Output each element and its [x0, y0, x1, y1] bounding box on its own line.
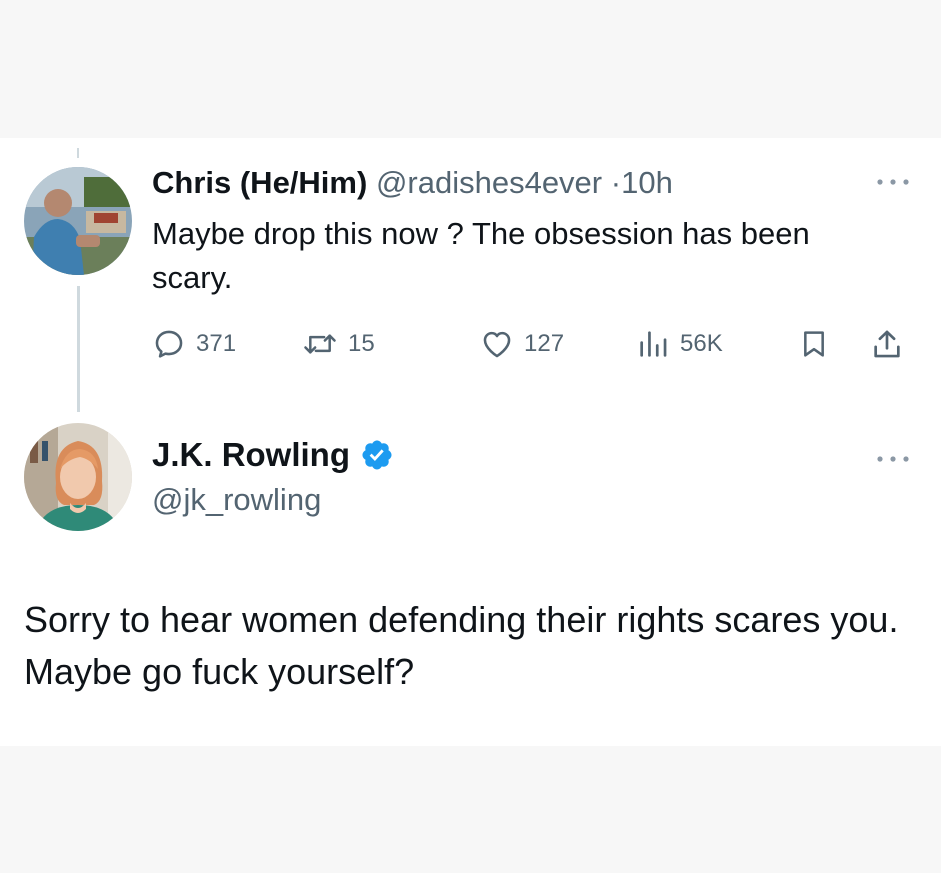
- reply-count: 371: [196, 330, 237, 357]
- verified-badge-icon[interactable]: [360, 438, 394, 472]
- reply-header: Chris (He/Him) @radishes4ever ·10h: [152, 164, 673, 202]
- main-display-name[interactable]: J.K. Rowling: [152, 434, 350, 476]
- retweet-button[interactable]: 15: [302, 324, 375, 364]
- heart-icon: [480, 327, 514, 361]
- retweet-icon: [302, 327, 338, 361]
- like-button[interactable]: 127: [480, 324, 564, 364]
- reply-action-bar: 371 15 127 56K: [152, 324, 912, 364]
- bookmark-button[interactable]: [798, 324, 830, 364]
- views-button[interactable]: 56K: [636, 324, 723, 364]
- reply-display-name[interactable]: Chris (He/Him): [152, 165, 367, 200]
- main-tweet-name-row: J.K. Rowling: [152, 434, 394, 476]
- more-dots-icon[interactable]: [875, 445, 911, 465]
- reply-tweet-text: Maybe drop this now ? The obsession has …: [152, 216, 810, 295]
- thread-line-top: [77, 148, 79, 158]
- main-tweet-text: Sorry to hear women defending their righ…: [24, 599, 899, 692]
- main-handle[interactable]: @jk_rowling: [152, 480, 321, 520]
- analytics-bars-icon: [636, 327, 670, 361]
- reply-separator: ·: [610, 165, 622, 200]
- share-button[interactable]: [870, 324, 904, 364]
- retweet-count: 15: [348, 330, 375, 357]
- avatar-jk-rowling[interactable]: [24, 423, 132, 531]
- share-icon: [870, 327, 904, 361]
- more-dots-icon[interactable]: [875, 168, 911, 188]
- bookmark-icon: [798, 327, 830, 361]
- reply-button[interactable]: 371: [152, 324, 236, 364]
- thread-connector-line: [77, 286, 80, 412]
- avatar-chris[interactable]: [24, 167, 132, 275]
- like-count: 127: [524, 330, 565, 357]
- tweet-thread-card: Chris (He/Him) @radishes4ever ·10h Maybe…: [0, 138, 941, 746]
- reply-time[interactable]: 10h: [621, 165, 673, 200]
- comment-icon: [152, 327, 186, 361]
- views-count: 56K: [680, 330, 723, 357]
- reply-handle[interactable]: @radishes4ever: [376, 165, 602, 200]
